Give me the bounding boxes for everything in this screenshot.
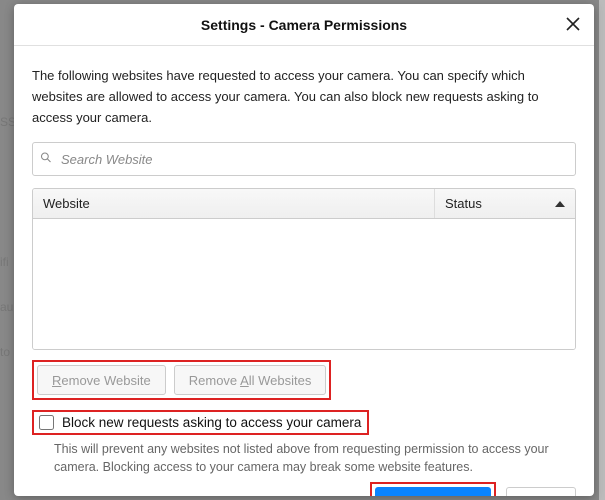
block-new-requests-checkbox[interactable] xyxy=(39,415,54,430)
save-changes-button[interactable]: Save Changes xyxy=(375,487,490,496)
block-new-requests-label: Block new requests asking to access your… xyxy=(62,415,361,430)
sort-asc-icon xyxy=(555,201,565,207)
close-icon xyxy=(566,17,580,34)
dialog-footer: Save Changes Cancel xyxy=(32,482,576,496)
cancel-button[interactable]: Cancel xyxy=(506,487,576,496)
settings-dialog: Settings - Camera Permissions The follow… xyxy=(14,4,594,496)
close-button[interactable] xyxy=(560,12,586,38)
search-icon xyxy=(40,152,52,167)
remove-buttons-group: Remove Website Remove All Websites xyxy=(32,360,331,400)
websites-table: Website Status xyxy=(32,188,576,350)
col-status[interactable]: Status xyxy=(435,189,575,218)
block-helper-text: This will prevent any websites not liste… xyxy=(54,441,576,476)
remove-all-websites-button[interactable]: Remove All Websites xyxy=(174,365,327,395)
dialog-body: The following websites have requested to… xyxy=(14,46,594,496)
dialog-header: Settings - Camera Permissions xyxy=(14,4,594,46)
bg-hint: to xyxy=(0,345,10,359)
dialog-title: Settings - Camera Permissions xyxy=(201,17,407,33)
table-header: Website Status xyxy=(33,189,575,219)
bg-hint: ifi xyxy=(0,255,9,269)
table-body xyxy=(33,219,575,349)
save-highlight: Save Changes xyxy=(370,482,495,496)
col-status-label: Status xyxy=(445,196,482,211)
search-input[interactable] xyxy=(32,142,576,176)
block-new-requests-row[interactable]: Block new requests asking to access your… xyxy=(32,410,369,435)
intro-text: The following websites have requested to… xyxy=(32,66,576,128)
col-website[interactable]: Website xyxy=(33,189,435,218)
bg-hint: au xyxy=(0,300,13,314)
search-field-wrap xyxy=(32,142,576,176)
remove-website-button[interactable]: Remove Website xyxy=(37,365,166,395)
